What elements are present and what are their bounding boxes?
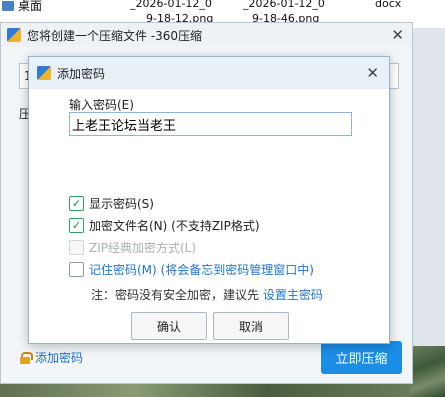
show-password-label: 显示密码(S) <box>89 197 154 211</box>
password-label: 输入密码(E) <box>69 98 134 112</box>
folder-icon <box>2 0 14 11</box>
add-password-label: 添加密码 <box>35 351 84 365</box>
add-password-dialog: 添加密码 ✕ 输入密码(E) 上老王论坛当老王 ✓ 显示密码(S) ✓ 加密文件… <box>28 56 390 344</box>
close-icon[interactable]: ✕ <box>366 64 379 82</box>
security-note: 注：密码没有安全加密，建议先 设置主密码 <box>91 286 323 303</box>
file-name-3[interactable]: docx <box>375 0 401 10</box>
encrypt-filenames-label: 加密文件名(N) (不支持ZIP格式) <box>89 219 260 233</box>
file-name-1[interactable]: _2026-01-12_0 <box>130 0 212 10</box>
wallpaper-corner <box>410 346 445 397</box>
checkbox-disabled-icon <box>69 240 84 255</box>
remember-password-label: 记住密码(M) (将会备忘到密码管理窗口中) <box>89 263 314 277</box>
zip-classic-encryption-label: ZIP经典加密方式(L) <box>89 241 197 255</box>
set-master-password-link[interactable]: 设置主密码 <box>263 288 323 302</box>
security-note-text: 注：密码没有安全加密，建议先 <box>91 288 263 302</box>
add-password-link[interactable]: 添加密码 <box>19 349 83 366</box>
show-password-option[interactable]: ✓ 显示密码(S) <box>69 195 154 212</box>
remember-password-option[interactable]: 记住密码(M) (将会备忘到密码管理窗口中) <box>69 261 314 278</box>
checkbox-checked-icon[interactable]: ✓ <box>69 196 84 211</box>
password-input[interactable]: 上老王论坛当老王 <box>69 112 352 136</box>
compress-now-button[interactable]: 立即压缩 <box>321 341 402 374</box>
app-icon <box>7 28 21 42</box>
file-name-2[interactable]: _2026-01-12_0 <box>243 0 325 10</box>
zip-classic-encryption-option: ZIP经典加密方式(L) <box>69 239 196 256</box>
checkbox-unchecked-icon[interactable] <box>69 262 84 277</box>
compress-window-title: 您将创建一个压缩文件 -360压缩 <box>27 28 203 43</box>
checkbox-checked-icon[interactable]: ✓ <box>69 218 84 233</box>
ok-button[interactable]: 确认 <box>131 312 207 340</box>
dialog-title: 添加密码 <box>57 66 106 81</box>
cancel-button[interactable]: 取消 <box>213 312 289 340</box>
dialog-titlebar: 添加密码 <box>29 57 389 89</box>
close-icon[interactable]: ✕ <box>391 26 404 44</box>
lock-icon <box>19 351 33 364</box>
desktop-label: 桌面 <box>18 0 43 13</box>
encrypt-filenames-option[interactable]: ✓ 加密文件名(N) (不支持ZIP格式) <box>69 217 260 234</box>
compress-window-titlebar: 您将创建一个压缩文件 -360压缩 <box>1 23 412 47</box>
desktop-item[interactable]: 桌面 <box>2 0 42 14</box>
app-icon <box>37 66 51 80</box>
